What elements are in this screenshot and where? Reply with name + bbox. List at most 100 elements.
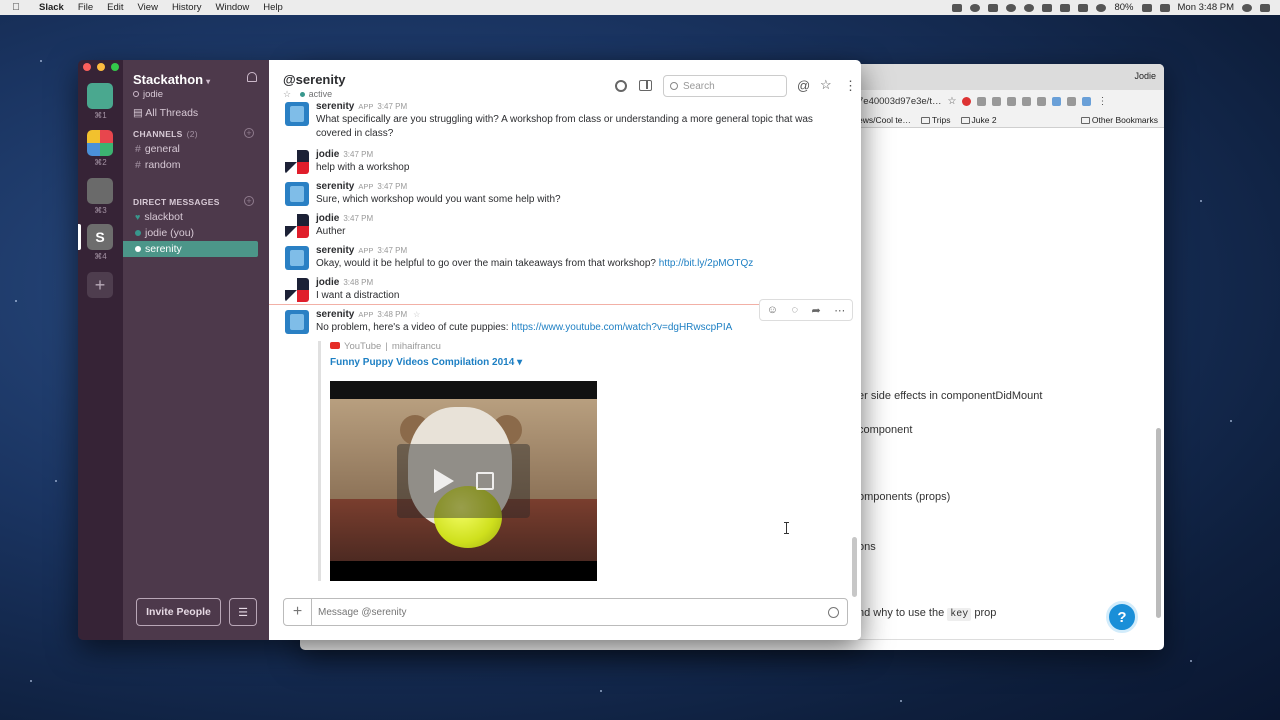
bell-icon[interactable] xyxy=(247,72,257,82)
dm-header[interactable]: DIRECT MESSAGES xyxy=(133,197,220,207)
bookmark-star-icon[interactable]: ☆ xyxy=(947,96,956,107)
team-2-icon[interactable] xyxy=(87,130,113,156)
sidebar-item-jodie[interactable]: jodie (you) xyxy=(123,225,258,241)
all-threads-link[interactable]: ▤ All Threads xyxy=(133,107,198,119)
mentions-icon[interactable]: @ xyxy=(797,78,810,93)
help-button[interactable]: ? xyxy=(1106,601,1138,633)
extension-icon[interactable] xyxy=(1067,96,1077,106)
zoom-window-button[interactable] xyxy=(111,63,119,71)
star-icon[interactable]: ☆ xyxy=(413,310,420,319)
star-icon[interactable]: ☆ xyxy=(283,89,291,99)
bookmark-folder-juke[interactable]: Juke 2 xyxy=(960,115,997,125)
bookmark-folder-trips[interactable]: Trips xyxy=(920,115,951,125)
start-thread-icon[interactable]: ◌ xyxy=(791,304,798,316)
menu-window[interactable]: Window xyxy=(209,2,257,13)
extension-icon[interactable] xyxy=(977,96,987,106)
attach-file-button[interactable]: + xyxy=(284,599,312,625)
scrollbar[interactable] xyxy=(1156,428,1161,618)
gear-icon[interactable] xyxy=(615,80,627,92)
timer-icon[interactable] xyxy=(1006,3,1017,12)
avatar[interactable] xyxy=(285,102,309,126)
message-author[interactable]: serenity xyxy=(316,102,354,112)
chrome-profile-button[interactable]: Jodie xyxy=(1134,71,1156,81)
message-time[interactable]: 3:47 PM xyxy=(377,246,407,255)
add-reaction-icon[interactable]: ☺ xyxy=(767,304,778,316)
message-time[interactable]: 3:47 PM xyxy=(343,150,373,159)
message-author[interactable]: serenity xyxy=(316,309,354,320)
extension-icon[interactable] xyxy=(1022,96,1032,106)
adblock-extension-icon[interactable] xyxy=(962,96,972,106)
close-window-button[interactable] xyxy=(83,63,91,71)
menu-app[interactable]: Slack xyxy=(32,2,71,13)
team-4-icon[interactable]: S xyxy=(87,224,113,250)
chrome-menu-icon[interactable]: ⋮ xyxy=(1097,96,1107,107)
sidebar-item-serenity[interactable]: serenity xyxy=(123,241,258,257)
bag-icon[interactable] xyxy=(988,3,999,12)
message-input[interactable] xyxy=(318,606,828,618)
extension-icon[interactable] xyxy=(1052,96,1062,106)
apple-logo-icon[interactable]:  xyxy=(0,2,32,13)
airplay-icon[interactable] xyxy=(1042,3,1053,12)
message-author[interactable]: jodie xyxy=(316,277,339,288)
dropbox-icon[interactable] xyxy=(952,3,963,12)
current-user[interactable]: jodie xyxy=(133,89,163,100)
notification-center-icon[interactable] xyxy=(1260,3,1270,12)
sidebar-item-random[interactable]: # random xyxy=(123,157,258,173)
sync-icon[interactable] xyxy=(970,3,981,12)
menu-help[interactable]: Help xyxy=(256,2,290,13)
minimize-window-button[interactable] xyxy=(97,63,105,71)
wifi-icon[interactable] xyxy=(1096,3,1107,12)
video-thumbnail[interactable] xyxy=(330,381,597,581)
avatar[interactable] xyxy=(285,278,309,302)
message-time[interactable]: 3:48 PM xyxy=(377,310,407,319)
add-channel-icon[interactable]: + xyxy=(244,128,254,138)
message-time[interactable]: 3:47 PM xyxy=(343,214,373,223)
extension-icon[interactable] xyxy=(1007,96,1017,106)
message-author[interactable]: serenity xyxy=(316,181,354,192)
add-dm-icon[interactable]: + xyxy=(244,196,254,206)
details-panel-icon[interactable] xyxy=(639,80,652,91)
message-link[interactable]: http://bit.ly/2pMOTQz xyxy=(659,258,753,269)
avatar[interactable] xyxy=(285,182,309,206)
share-icon[interactable]: ➦ xyxy=(812,304,821,317)
avatar[interactable] xyxy=(285,246,309,270)
extension-icon[interactable] xyxy=(992,96,1002,106)
sidebar-item-general[interactable]: # general xyxy=(123,141,258,157)
avatar[interactable] xyxy=(285,310,309,334)
quick-switcher-icon[interactable]: ☰ xyxy=(229,598,257,626)
starred-items-icon[interactable]: ☆ xyxy=(820,77,832,93)
message-time[interactable]: 3:48 PM xyxy=(343,278,373,287)
clock[interactable]: Mon 3:48 PM xyxy=(1178,2,1235,13)
invite-people-button[interactable]: Invite People xyxy=(136,598,221,626)
team-1-icon[interactable] xyxy=(87,83,113,109)
bookmark-item[interactable]: ews/Cool te… xyxy=(858,115,911,125)
react-extension-icon[interactable] xyxy=(1082,96,1092,106)
message-author[interactable]: jodie xyxy=(316,149,339,160)
bluetooth-icon[interactable] xyxy=(1078,3,1089,12)
volume-icon[interactable] xyxy=(1060,3,1071,12)
menu-edit[interactable]: Edit xyxy=(100,2,130,13)
search-input[interactable]: Search xyxy=(663,75,787,97)
battery-percent[interactable]: 80% xyxy=(1114,2,1133,13)
add-team-icon[interactable]: + xyxy=(87,272,113,298)
chrome-url-field[interactable]: 7e40003d97e3e/t… xyxy=(858,96,941,107)
team-3-icon[interactable] xyxy=(87,178,113,204)
channels-header[interactable]: CHANNELS (2) xyxy=(133,129,198,139)
sidebar-item-slackbot[interactable]: ♥ slackbot xyxy=(123,209,258,225)
video-title-link[interactable]: Funny Puppy Videos Compilation 2014 ▾ xyxy=(330,357,618,368)
menu-file[interactable]: File xyxy=(71,2,100,13)
menu-view[interactable]: View xyxy=(131,2,165,13)
message-link[interactable]: https://www.youtube.com/watch?v=dgHRwscp… xyxy=(511,322,732,333)
page-title[interactable]: @serenity xyxy=(283,72,346,87)
emoji-icon[interactable] xyxy=(828,606,839,618)
other-bookmarks[interactable]: Other Bookmarks xyxy=(1080,115,1158,125)
channel-name[interactable]: mihaifrancu xyxy=(392,341,441,352)
avatar[interactable] xyxy=(285,150,309,174)
battery-icon[interactable] xyxy=(1141,3,1152,12)
menu-history[interactable]: History xyxy=(165,2,209,13)
spotlight-icon[interactable] xyxy=(1242,3,1252,12)
message-time[interactable]: 3:47 PM xyxy=(377,182,407,191)
avatar[interactable] xyxy=(285,214,309,238)
globe-icon[interactable] xyxy=(1024,3,1035,12)
message-time[interactable]: 3:47 PM xyxy=(377,102,407,111)
